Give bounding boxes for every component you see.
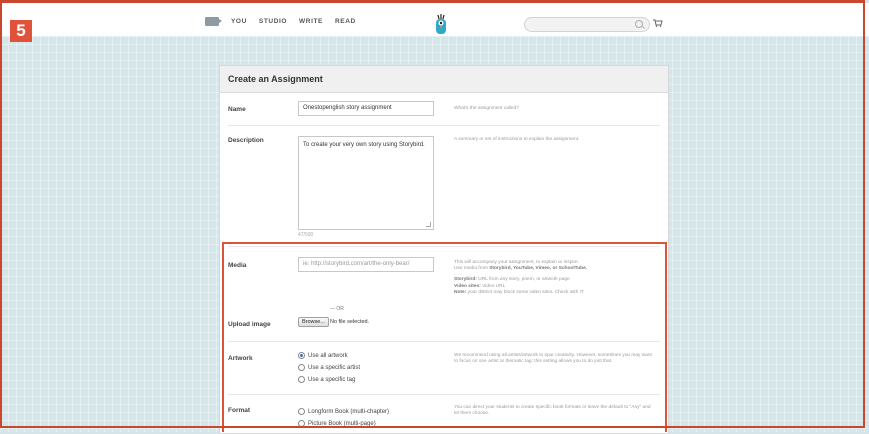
description-hint: A summary or set of instructions to expl… [454,137,580,142]
storybird-logo-icon[interactable] [434,13,448,34]
media-hint-line: Note: your district may block some video… [454,290,654,296]
divider [228,394,660,395]
media-label: Media [228,262,247,269]
media-url-input[interactable]: ie: http://storybird.com/art/the-only-be… [298,257,434,272]
media-hint-bold: Storybird, YouTube, Vimeo, or SchoolTube… [489,266,588,272]
nav-write[interactable]: WRITE [299,18,323,25]
media-hint-text: Video URL [480,283,506,289]
media-hint-text: URL from any story, poem, or artwork pag… [476,277,570,283]
nav-read[interactable]: READ [335,18,356,25]
media-hint-text: Use media from [454,266,490,272]
format-hint: You can direct your students to create s… [454,405,651,417]
media-hint: This will accompany your assignment, to … [454,260,654,296]
format-option-picture-book[interactable]: Picture Book (multi-page) [298,420,376,427]
name-label: Name [228,106,246,113]
you-icon[interactable] [205,17,222,26]
divider [228,125,660,126]
radio-selected-icon[interactable] [298,352,305,359]
format-label: Format [228,407,251,414]
divider [228,341,660,342]
nav-studio[interactable]: STUDIO [259,18,287,25]
name-hint: What's the assignment called? [454,106,519,111]
nav-you[interactable]: YOU [231,18,247,25]
option-label: Use all artwork [308,352,348,359]
step-number-badge: 5 [10,20,32,42]
search-input[interactable] [524,17,650,32]
media-hint-text: your district may block some video sites… [466,289,585,295]
description-label: Description [228,137,264,144]
media-hint-bold: Note: [454,289,467,295]
radio-icon[interactable] [298,376,305,383]
format-option-longform[interactable]: Longform Book (multi-chapter) [298,408,389,415]
or-separator: — OR [330,306,344,312]
form-title: Create an Assignment [220,66,668,93]
assignment-form-card: Create an Assignment Name Onestopenglish… [219,65,669,434]
resize-handle-icon[interactable] [426,222,431,227]
option-label: Use a specific artist [308,364,361,371]
browse-button[interactable]: Browse... [298,317,329,327]
description-field[interactable]: To create your very own story using Stor… [298,136,434,230]
upload-status: No file selected. [330,319,370,325]
top-navigation-bar: YOU STUDIO WRITE READ [0,3,869,37]
artwork-option-artist[interactable]: Use a specific artist [298,364,360,371]
media-hint-bold: Storybird: [454,277,477,283]
radio-icon[interactable] [298,364,305,371]
option-label: Longform Book (multi-chapter) [308,408,390,415]
option-label: Picture Book (multi-page) [308,420,376,427]
artwork-option-tag[interactable]: Use a specific tag [298,376,355,383]
description-text: To create your very own story using Stor… [303,142,425,148]
cart-icon[interactable] [653,19,663,27]
name-field[interactable]: Onestopenglish story assignment [298,101,434,116]
upload-image-label: Upload image [228,321,271,328]
option-label: Use a specific tag [308,376,356,383]
artwork-option-all[interactable]: Use all artwork [298,352,348,359]
radio-icon[interactable] [298,420,305,427]
search-icon[interactable] [635,20,643,28]
main-nav: YOU STUDIO WRITE READ [205,17,356,26]
divider [228,246,660,247]
artwork-label: Artwork [228,355,253,362]
media-hint-bold: Video sites: [454,283,481,289]
radio-icon[interactable] [298,408,305,415]
description-char-counter: 47/500 [298,232,314,238]
artwork-hint: We recommend using all artists/artwork t… [454,353,652,365]
